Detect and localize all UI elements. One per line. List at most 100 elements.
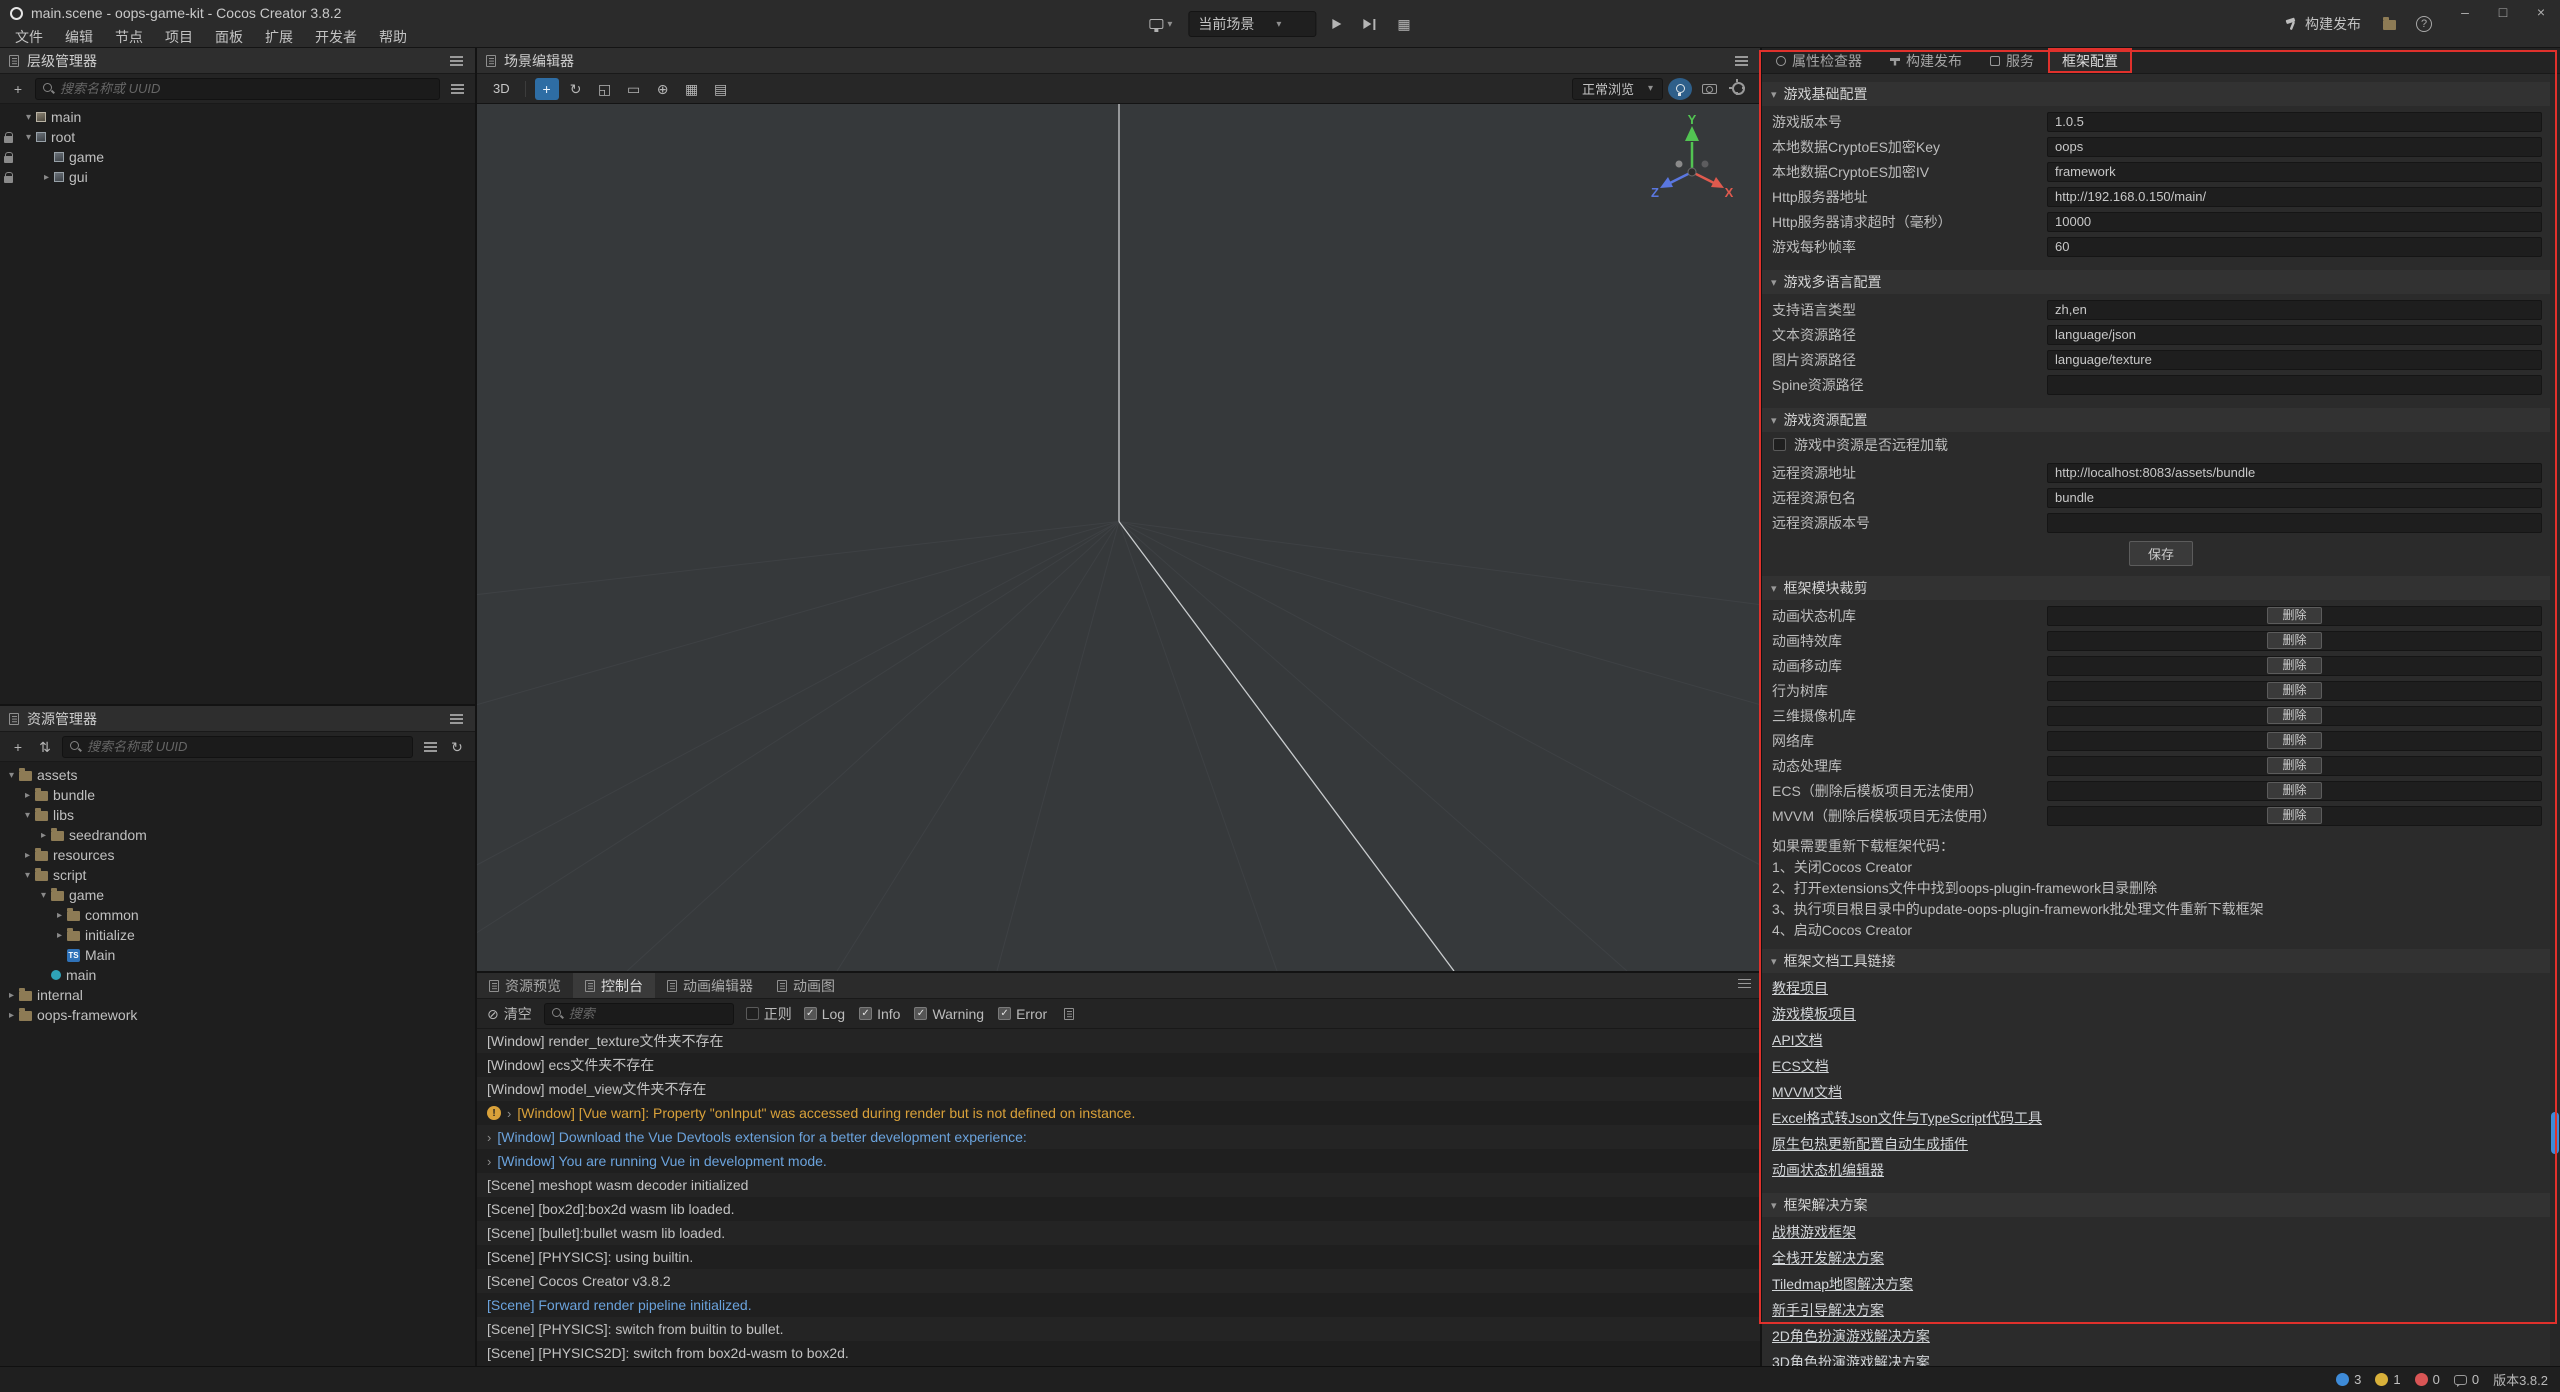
doc-link[interactable]: Excel格式转Json文件与TypeScript代码工具 <box>1762 1105 2042 1131</box>
log-row[interactable]: › [Window] [Vue warn]: Property "onInput… <box>477 1101 1760 1125</box>
menu-item[interactable]: 文件 <box>4 27 54 47</box>
doc-link[interactable]: 动画状态机编辑器 <box>1762 1157 1884 1183</box>
inspector-tab[interactable]: 构建发布 <box>1876 48 1976 73</box>
expand-chevron-icon[interactable]: ▸ <box>20 790 35 801</box>
expand-chevron-icon[interactable]: ▾ <box>21 132 36 143</box>
play-button[interactable] <box>1326 16 1347 32</box>
scrollbar-thumb[interactable] <box>2551 1112 2559 1154</box>
property-input[interactable] <box>2047 112 2542 132</box>
delete-module-button[interactable]: 删除 <box>2267 782 2321 799</box>
asset-row[interactable]: ▾ libs <box>0 805 475 825</box>
scene-settings-button[interactable] <box>1726 78 1750 100</box>
section-header-resource[interactable]: ▾ 游戏资源配置 <box>1762 408 2560 432</box>
solution-link[interactable]: 战棋游戏框架 <box>1762 1219 1856 1245</box>
log-filter-checkbox[interactable]: Warning <box>914 1006 984 1022</box>
property-input[interactable] <box>2047 137 2542 157</box>
assets-panel-menu-button[interactable] <box>446 709 466 729</box>
property-input[interactable] <box>2047 463 2542 483</box>
rotate-tool-button[interactable]: ↻ <box>564 78 588 100</box>
regex-checkbox[interactable]: 正则 <box>746 1004 792 1024</box>
section-header-basic[interactable]: ▾ 游戏基础配置 <box>1762 82 2560 106</box>
asset-row[interactable]: main <box>0 965 475 985</box>
clear-console-button[interactable]: ⊘ 清空 <box>487 1004 532 1024</box>
expand-chevron-icon[interactable]: ▾ <box>4 770 19 781</box>
close-button[interactable]: × <box>2522 0 2560 24</box>
doc-link[interactable]: API文档 <box>1762 1027 1823 1053</box>
rect-tool-button[interactable]: ▭ <box>622 78 646 100</box>
expand-chevron-icon[interactable]: ▾ <box>20 810 35 821</box>
maximize-button[interactable]: □ <box>2484 0 2522 24</box>
lighting-toggle-button[interactable] <box>1668 78 1692 100</box>
asset-row[interactable]: ▸ resources <box>0 845 475 865</box>
expand-chevron-icon[interactable]: ▸ <box>52 910 67 921</box>
property-input[interactable] <box>2047 513 2542 533</box>
expand-chevron-icon[interactable]: ▾ <box>36 890 51 901</box>
asset-row[interactable]: ▸ internal <box>0 985 475 1005</box>
console-count-badge[interactable]: 0 <box>2415 1372 2440 1387</box>
log-file-button[interactable] <box>1059 1004 1079 1024</box>
assets-filter-button[interactable] <box>420 737 440 757</box>
solution-link[interactable]: 2D角色扮演游戏解决方案 <box>1762 1323 1930 1349</box>
menu-item[interactable]: 项目 <box>154 27 204 47</box>
console-tab[interactable]: 动画图 <box>765 973 847 998</box>
solution-link[interactable]: 新手引导解决方案 <box>1762 1297 1884 1323</box>
lock-icon[interactable] <box>4 136 13 143</box>
asset-row[interactable]: ▸ oops-framework <box>0 1005 475 1025</box>
section-header-solutions[interactable]: ▾ 框架解决方案 <box>1762 1193 2560 1217</box>
log-row[interactable]: › [Window] model_view文件夹不存在 <box>477 1077 1760 1101</box>
hierarchy-node-row[interactable]: ▾ root <box>0 127 475 147</box>
lock-icon[interactable] <box>4 156 13 163</box>
asset-row[interactable]: ▸ seedrandom <box>0 825 475 845</box>
hierarchy-panel-menu-button[interactable] <box>446 51 466 71</box>
console-count-badge[interactable]: 3 <box>2336 1372 2361 1387</box>
remote-load-checkbox[interactable] <box>1773 438 1786 451</box>
build-publish-button[interactable]: 构建发布 <box>2277 10 2369 38</box>
view-mode-dropdown[interactable]: 正常浏览 ▾ <box>1572 78 1663 100</box>
log-row[interactable]: › [Window] Download the Vue Devtools ext… <box>477 1125 1760 1149</box>
solution-link[interactable]: 3D角色扮演游戏解决方案 <box>1762 1349 1930 1366</box>
scene-panel-menu-button[interactable] <box>1731 51 1751 71</box>
delete-module-button[interactable]: 删除 <box>2267 682 2321 699</box>
asset-row[interactable]: ▸ initialize <box>0 925 475 945</box>
refresh-assets-button[interactable]: ↻ <box>447 737 467 757</box>
help-button[interactable]: ? <box>2410 13 2438 35</box>
pivot-tool-button[interactable]: ⊕ <box>651 78 675 100</box>
message-badge[interactable]: 0 <box>2454 1372 2479 1387</box>
scene-viewport[interactable]: Y X Z <box>477 104 1760 971</box>
section-header-language[interactable]: ▾ 游戏多语言配置 <box>1762 270 2560 294</box>
console-search-input[interactable] <box>569 1006 727 1021</box>
section-header-modules[interactable]: ▾ 框架模块裁剪 <box>1762 576 2560 600</box>
asset-row[interactable]: ▾ script <box>0 865 475 885</box>
delete-module-button[interactable]: 删除 <box>2267 757 2321 774</box>
expand-chevron-icon[interactable]: ▸ <box>36 830 51 841</box>
scene-select-dropdown[interactable]: 当前场景 ▾ <box>1188 11 1316 37</box>
inspector-tab[interactable]: 服务 <box>1976 48 2048 73</box>
property-input[interactable] <box>2047 162 2542 182</box>
delete-module-button[interactable]: 删除 <box>2267 632 2321 649</box>
expand-chevron-icon[interactable]: ▾ <box>21 112 36 123</box>
solution-link[interactable]: Tiledmap地图解决方案 <box>1762 1271 1913 1297</box>
property-input[interactable] <box>2047 300 2542 320</box>
move-tool-button[interactable]: + <box>535 78 559 100</box>
hierarchy-node-row[interactable]: ▸ gui <box>0 167 475 187</box>
hierarchy-search-input[interactable] <box>60 81 433 96</box>
doc-link[interactable]: 游戏模板项目 <box>1762 1001 1856 1027</box>
lock-icon[interactable] <box>4 176 13 183</box>
log-filter-checkbox[interactable]: Error <box>998 1006 1047 1022</box>
log-row[interactable]: › [Window] You are running Vue in develo… <box>477 1149 1760 1173</box>
inspector-tab[interactable]: 属性检查器 <box>1762 48 1876 73</box>
section-header-docs[interactable]: ▾ 框架文档工具链接 <box>1762 949 2560 973</box>
hierarchy-node-row[interactable]: game <box>0 147 475 167</box>
mode-3d-button[interactable]: 3D <box>487 78 516 100</box>
expand-chevron-icon[interactable]: ▸ <box>4 990 19 1001</box>
log-row[interactable]: › [Scene] [PHYSICS]: using builtin. <box>477 1245 1760 1269</box>
inspector-tab[interactable]: 框架配置 <box>2048 48 2132 73</box>
console-log-list[interactable]: › [Window] render_texture文件夹不存在 › [Windo… <box>477 1029 1760 1366</box>
log-row[interactable]: › [Scene] [bullet]:bullet wasm lib loade… <box>477 1221 1760 1245</box>
expand-arrow-icon[interactable]: › <box>487 1130 491 1145</box>
save-button[interactable]: 保存 <box>2129 541 2193 566</box>
log-row[interactable]: › [Scene] [PHYSICS]: switch from builtin… <box>477 1317 1760 1341</box>
create-node-button[interactable]: + <box>8 79 28 99</box>
axis-gizmo[interactable]: Y X Z <box>1648 114 1736 210</box>
doc-link[interactable]: MVVM文档 <box>1762 1079 1842 1105</box>
